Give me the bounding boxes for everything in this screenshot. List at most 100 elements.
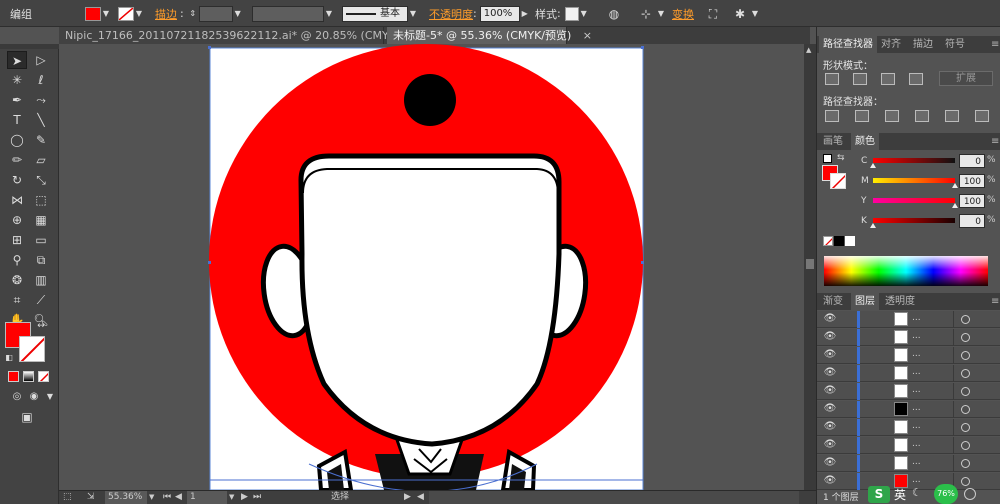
transform-link[interactable]: 变换 bbox=[672, 0, 694, 27]
stroke-color-control[interactable]: ▼ bbox=[118, 0, 144, 27]
black-slider[interactable]: K 0 % bbox=[817, 213, 1000, 231]
yellow-slider[interactable]: Y 100 % bbox=[817, 193, 1000, 211]
cyan-value[interactable]: 0 bbox=[959, 154, 985, 168]
layer-name[interactable]: ... bbox=[912, 313, 921, 323]
slider-knob[interactable] bbox=[952, 203, 958, 208]
anchor-handle[interactable] bbox=[208, 261, 211, 264]
pen-tool-icon[interactable]: ✒ bbox=[7, 91, 27, 109]
artwork-layer[interactable] bbox=[59, 44, 804, 490]
panel-menu-icon[interactable]: ≡ bbox=[987, 293, 1000, 310]
eye-icon[interactable]: 👁︎ bbox=[823, 475, 837, 487]
chevron-down-icon[interactable]: ▼ bbox=[233, 7, 243, 21]
slider-knob[interactable] bbox=[870, 163, 876, 168]
zoom-field[interactable]: 55.36% bbox=[105, 491, 147, 504]
isolate-group-icon[interactable]: ⛶ bbox=[703, 4, 723, 24]
opacity-label[interactable]: 不透明度 bbox=[429, 6, 473, 22]
layer-row[interactable]: 👁︎ ... bbox=[817, 329, 1000, 346]
color-spectrum[interactable] bbox=[824, 256, 988, 286]
yellow-value[interactable]: 100 bbox=[959, 194, 985, 208]
chevron-down-icon[interactable]: ▼ bbox=[324, 7, 334, 21]
network-icon[interactable] bbox=[964, 488, 976, 500]
perspective-grid-tool-icon[interactable]: ▦ bbox=[31, 211, 51, 229]
tab-stroke[interactable]: 描边 bbox=[909, 36, 937, 53]
type-tool-icon[interactable]: T bbox=[7, 111, 27, 129]
eye-icon[interactable]: 👁︎ bbox=[823, 313, 837, 325]
layer-name[interactable]: ... bbox=[912, 367, 921, 377]
tab-pathfinder[interactable]: 路径查找器 bbox=[819, 36, 877, 53]
yellow-track[interactable] bbox=[873, 198, 955, 203]
anchor-handle[interactable] bbox=[208, 46, 211, 49]
hat-button-dot[interactable] bbox=[404, 74, 456, 126]
slider-knob[interactable] bbox=[952, 183, 958, 188]
tab-gradient[interactable]: 渐变 bbox=[819, 293, 847, 310]
fill-swatch[interactable] bbox=[85, 6, 101, 21]
artboard-nav-icon[interactable]: ⬚ bbox=[63, 491, 83, 504]
layer-row[interactable]: 👁︎ ... bbox=[817, 455, 1000, 472]
eye-icon[interactable]: 👁︎ bbox=[823, 457, 837, 469]
magenta-value[interactable]: 100 bbox=[959, 174, 985, 188]
target-icon[interactable] bbox=[961, 333, 970, 342]
cyan-track[interactable] bbox=[873, 158, 955, 163]
stroke-weight-control[interactable]: 描边 : ⇕ ▼ bbox=[155, 0, 243, 27]
options-icon[interactable]: ✱ bbox=[730, 4, 750, 24]
default-colors-icon[interactable]: ◧ bbox=[3, 352, 15, 364]
scrollbar-thumb[interactable] bbox=[806, 259, 814, 269]
none-mode-button[interactable] bbox=[38, 371, 49, 382]
tab-symbols[interactable]: 符号 bbox=[941, 36, 969, 53]
selection-tool-icon[interactable]: ➤ bbox=[7, 51, 27, 69]
anchor-handle[interactable] bbox=[641, 46, 644, 49]
target-icon[interactable] bbox=[961, 387, 970, 396]
trim-icon[interactable] bbox=[855, 110, 869, 122]
layer-name[interactable]: ... bbox=[912, 385, 921, 395]
tab-brushes[interactable]: 画笔 bbox=[819, 133, 847, 150]
brush-definition-control[interactable]: 基本 ▼ bbox=[342, 0, 418, 27]
layer-row[interactable]: 👁︎ ... bbox=[817, 365, 1000, 382]
panel-grip[interactable] bbox=[0, 44, 59, 49]
layer-row[interactable]: 👁︎ ... bbox=[817, 437, 1000, 454]
vertical-scrollbar[interactable]: ▲ bbox=[804, 44, 816, 490]
blend-tool-icon[interactable]: ⧉ bbox=[31, 251, 51, 269]
status-icon[interactable]: ⇲ bbox=[87, 491, 101, 504]
direct-selection-tool-icon[interactable]: ▷ bbox=[31, 51, 51, 69]
layer-row[interactable]: 👁︎ ... bbox=[817, 383, 1000, 400]
tab-align[interactable]: 对齐 bbox=[877, 36, 905, 53]
fill-color-control[interactable]: ▼ bbox=[85, 0, 111, 27]
layer-row[interactable]: 👁︎ ... bbox=[817, 419, 1000, 436]
curvature-tool-icon[interactable]: ⤳ bbox=[31, 91, 51, 109]
style-control[interactable]: 样式 : ▼ bbox=[535, 0, 589, 27]
symbol-sprayer-tool-icon[interactable]: ❂ bbox=[7, 271, 27, 289]
crop-icon[interactable] bbox=[915, 110, 929, 122]
tab-transparency[interactable]: 透明度 bbox=[881, 293, 919, 310]
eraser-tool-icon[interactable]: ▱ bbox=[31, 151, 51, 169]
pencil-tool-icon[interactable]: ✏ bbox=[7, 151, 27, 169]
chevron-right-icon[interactable]: ▶ bbox=[520, 7, 530, 21]
stroke-none-swatch[interactable] bbox=[118, 6, 134, 21]
chevron-down-icon[interactable]: ▼ bbox=[149, 491, 157, 504]
unite-icon[interactable] bbox=[825, 73, 839, 85]
target-icon[interactable] bbox=[961, 369, 970, 378]
target-icon[interactable] bbox=[961, 405, 970, 414]
stroke-color-box[interactable] bbox=[19, 336, 45, 362]
chevron-down-icon[interactable]: ▼ bbox=[134, 7, 144, 21]
eye-icon[interactable]: 👁︎ bbox=[823, 439, 837, 451]
eye-icon[interactable]: 👁︎ bbox=[823, 403, 837, 415]
tab-untitled-5[interactable]: 未标题-5* @ 55.36% (CMYK/预览) × bbox=[387, 27, 592, 44]
ime-mode-label[interactable]: 英 bbox=[894, 486, 906, 503]
intersect-icon[interactable] bbox=[881, 73, 895, 85]
moon-icon[interactable]: ☾ bbox=[912, 486, 922, 499]
transform-label[interactable]: 变换 bbox=[672, 6, 694, 22]
chevron-down-icon[interactable]: ▼ bbox=[40, 388, 60, 406]
recolor-button[interactable]: ◍ bbox=[604, 0, 624, 27]
color-mode-button[interactable] bbox=[8, 371, 19, 382]
black-swatch[interactable] bbox=[834, 236, 844, 246]
next-artboard-icon[interactable]: ▶ bbox=[241, 491, 251, 504]
minus-back-icon[interactable] bbox=[975, 110, 989, 122]
scroll-up-icon[interactable]: ▲ bbox=[806, 46, 811, 54]
close-icon[interactable]: × bbox=[583, 29, 592, 42]
canvas-area[interactable] bbox=[59, 44, 804, 490]
prev-artboard-icon[interactable]: ◀ bbox=[175, 491, 185, 504]
white-swatch[interactable] bbox=[845, 236, 855, 246]
opacity-field[interactable]: 100% bbox=[479, 5, 520, 22]
eyedropper-tool-icon[interactable]: ⚲ bbox=[7, 251, 27, 269]
chevron-down-icon[interactable]: ▼ bbox=[656, 7, 666, 21]
